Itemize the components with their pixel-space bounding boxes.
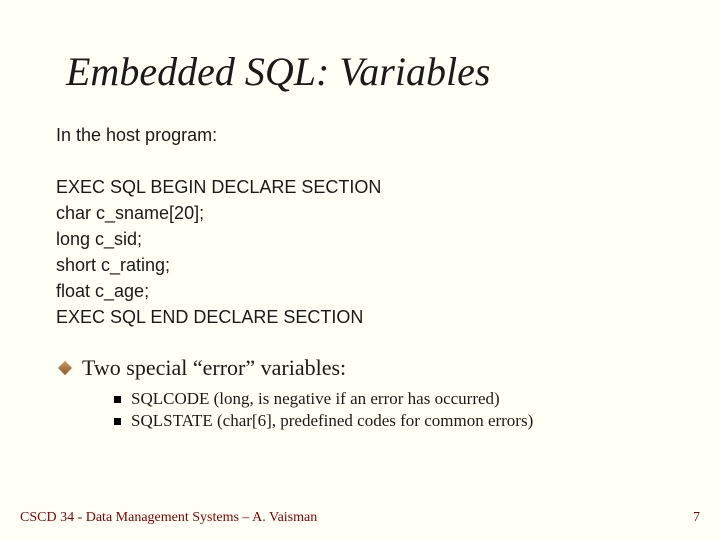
square-bullet-icon [114, 418, 121, 425]
slide-footer: CSCD 34 - Data Management Systems – A. V… [20, 510, 700, 526]
code-line: short c_rating; [56, 252, 664, 278]
square-bullet-icon [114, 396, 121, 403]
diamond-bullet-icon [58, 360, 72, 374]
sub-bullet-item: SQLCODE (long, is negative if an error h… [114, 389, 664, 409]
sub-bullet-text: SQLCODE (long, is negative if an error h… [131, 389, 500, 409]
slide-title: Embedded SQL: Variables [66, 48, 664, 95]
code-block: EXEC SQL BEGIN DECLARE SECTION char c_sn… [56, 174, 664, 331]
footer-course: CSCD 34 - Data Management Systems – A. V… [20, 510, 317, 526]
sub-bullet-list: SQLCODE (long, is negative if an error h… [114, 389, 664, 431]
bullet-text: Two special “error” variables: [82, 355, 346, 381]
code-line: float c_age; [56, 278, 664, 304]
code-line: EXEC SQL END DECLARE SECTION [56, 304, 664, 330]
intro-line: In the host program: [56, 125, 664, 146]
code-line: long c_sid; [56, 226, 664, 252]
sub-bullet-text: SQLSTATE (char[6], predefined codes for … [131, 411, 533, 431]
slide-number: 7 [693, 510, 700, 526]
code-line: EXEC SQL BEGIN DECLARE SECTION [56, 174, 664, 200]
bullet-item: Two special “error” variables: [60, 355, 664, 381]
code-line: char c_sname[20]; [56, 200, 664, 226]
sub-bullet-item: SQLSTATE (char[6], predefined codes for … [114, 411, 664, 431]
